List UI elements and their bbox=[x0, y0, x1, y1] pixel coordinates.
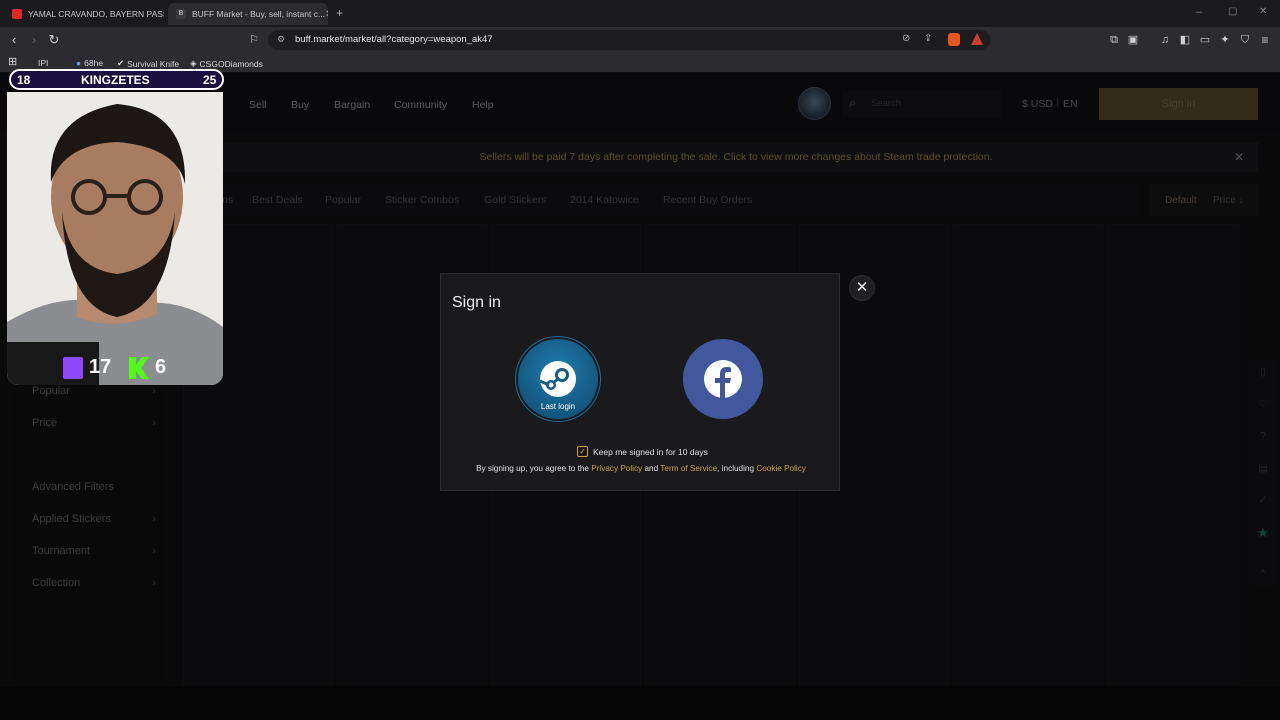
check-icon: ✔ bbox=[117, 58, 125, 68]
menu-icon[interactable]: ≡ bbox=[1257, 32, 1273, 48]
streamer-name: KINGZETES bbox=[81, 73, 150, 87]
webcam-overlay: 17 6 bbox=[7, 92, 223, 385]
tab-youtube[interactable]: YAMAL CRAVANDO, BAYERN PASSE... bbox=[4, 3, 164, 25]
tab-title: YAMAL CRAVANDO, BAYERN PASSE... bbox=[28, 9, 164, 19]
terms-including: , including bbox=[717, 464, 755, 473]
url-text[interactable]: buff.market/market/all?category=weapon_a… bbox=[295, 34, 493, 45]
bookmark-label: Survival Knife bbox=[127, 58, 180, 69]
reload-icon[interactable]: ↻ bbox=[46, 32, 62, 48]
sign-in-modal: Sign in Last login ✓ Keep me signed in f… bbox=[440, 273, 840, 491]
minimize-icon[interactable]: – bbox=[1196, 6, 1202, 18]
facebook-icon bbox=[704, 360, 742, 398]
modal-title: Sign in bbox=[452, 294, 501, 311]
apps-grid-icon[interactable]: ⊞ bbox=[8, 55, 17, 68]
steam-icon bbox=[539, 361, 576, 397]
facebook-login-button[interactable] bbox=[683, 339, 763, 419]
bookmark-icon[interactable]: ⚐ bbox=[246, 32, 262, 48]
site-settings-icon[interactable]: ⚙ bbox=[277, 34, 285, 45]
terms-prefix: By signing up, you agree to the bbox=[476, 464, 589, 473]
terms-text: By signing up, you agree to the Privacy … bbox=[441, 464, 841, 473]
streamer-figure-icon bbox=[7, 92, 223, 385]
keep-signed-in-row[interactable]: ✓ Keep me signed in for 10 days bbox=[577, 446, 708, 457]
keep-signed-in-checkbox[interactable]: ✓ bbox=[577, 446, 588, 457]
last-login-label: Last login bbox=[540, 402, 576, 411]
media-icon[interactable]: ♫ bbox=[1157, 32, 1173, 48]
steam-login-button[interactable]: Last login bbox=[518, 339, 598, 419]
extensions-icon[interactable]: ⧉ bbox=[1106, 32, 1122, 48]
terms-of-service-link[interactable]: Term of Service bbox=[660, 464, 717, 473]
bottom-bar bbox=[0, 686, 1280, 720]
tab-title: BUFF Market - Buy, sell, instant c... bbox=[192, 9, 326, 19]
diamond-icon: ◈ bbox=[190, 58, 197, 68]
overlay-right-number: 25 bbox=[203, 73, 217, 87]
overlay-left-number: 18 bbox=[17, 73, 31, 87]
youtube-icon bbox=[12, 9, 22, 19]
sidebar-toggle-icon[interactable]: ◧ bbox=[1177, 32, 1193, 48]
maximize-icon[interactable]: ▢ bbox=[1228, 6, 1237, 17]
browser-toolbar: ‹ › ↻ ⚐ ⚙ buff.market/market/all?categor… bbox=[0, 27, 1280, 53]
vpn-shield-icon[interactable]: ⛉ bbox=[1237, 32, 1253, 48]
share-icon[interactable]: ⇪ bbox=[924, 33, 932, 44]
bookmark-ipi[interactable]: IPI bbox=[38, 58, 48, 68]
twitch-count: 17 bbox=[89, 356, 112, 378]
wallet-icon[interactable]: ▣ bbox=[1125, 32, 1141, 48]
leo-ai-icon[interactable]: ✦ bbox=[1217, 32, 1233, 48]
bookmark-csgodiamonds[interactable]: ◈ CSGODiamonds bbox=[190, 58, 263, 69]
privacy-policy-link[interactable]: Privacy Policy bbox=[591, 464, 642, 473]
terms-and: and bbox=[644, 464, 659, 473]
bookmark-survival-knife[interactable]: ✔ Survival Knife bbox=[117, 58, 179, 69]
bookmark-label: 68he bbox=[84, 58, 104, 68]
bookmark-label: IPI bbox=[38, 58, 49, 68]
brave-rewards-icon[interactable] bbox=[971, 33, 983, 45]
cookie-policy-link[interactable]: Cookie Policy bbox=[756, 464, 806, 473]
address-bar[interactable]: ⚙ buff.market/market/all?category=weapon… bbox=[268, 30, 990, 50]
close-tab-icon[interactable]: ✕ bbox=[325, 9, 328, 20]
buff-favicon-icon: B bbox=[176, 9, 186, 19]
forward-icon[interactable]: › bbox=[26, 32, 42, 48]
bookmark-68he[interactable]: ● 68he bbox=[76, 58, 103, 68]
browser-tab-bar: YAMAL CRAVANDO, BAYERN PASSE... B BUFF M… bbox=[0, 0, 1280, 27]
close-window-icon[interactable]: ✕ bbox=[1259, 6, 1267, 17]
close-modal-button[interactable]: ✕ bbox=[849, 275, 875, 301]
brave-shields-icon[interactable] bbox=[948, 33, 960, 46]
kick-count: 6 bbox=[155, 356, 167, 378]
streamer-name-bar: 18 KINGZETES 25 bbox=[9, 69, 224, 90]
new-tab-button[interactable]: + bbox=[336, 6, 343, 20]
back-icon[interactable]: ‹ bbox=[6, 32, 22, 48]
bookmark-label: CSGODiamonds bbox=[199, 58, 263, 69]
tab-buff-market[interactable]: B BUFF Market - Buy, sell, instant c... … bbox=[168, 3, 328, 25]
wallet-card-icon[interactable]: ▭ bbox=[1197, 32, 1213, 48]
twitch-icon bbox=[63, 357, 83, 379]
globe-icon: ● bbox=[76, 58, 82, 68]
keep-signed-in-label: Keep me signed in for 10 days bbox=[593, 446, 708, 457]
reader-icon[interactable]: ⊘ bbox=[902, 33, 910, 44]
